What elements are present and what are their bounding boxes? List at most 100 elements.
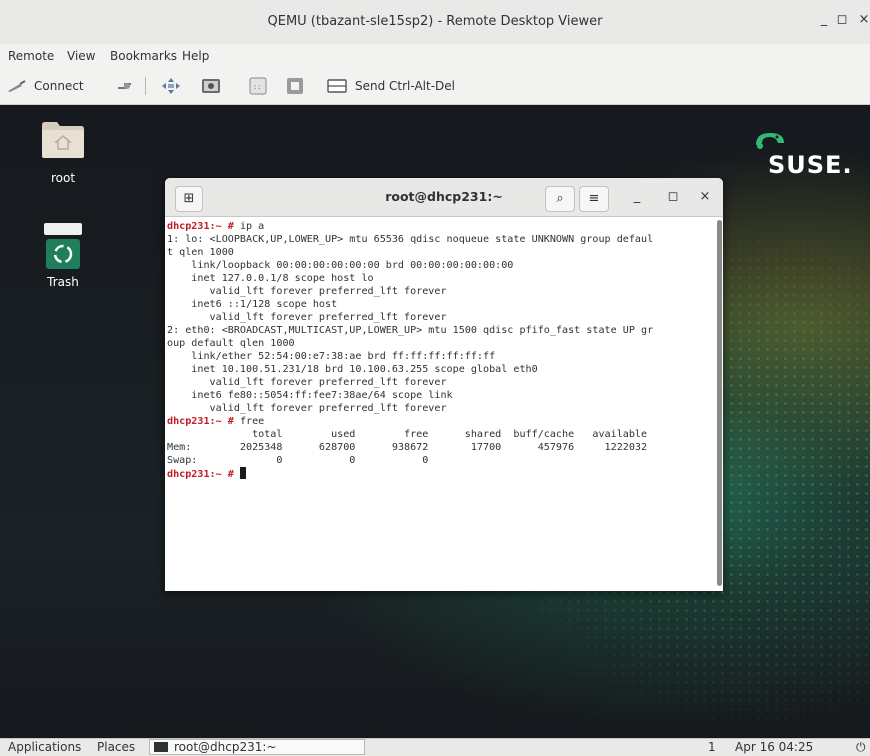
terminal-text: t qlen 1000: [167, 247, 234, 258]
terminal-line: Mem: 2025348 628700 938672 17700 457976 …: [167, 441, 717, 454]
terminal-text: valid_lft forever preferred_lft forever: [167, 377, 447, 388]
terminal-line: inet 127.0.0.1/8 scope host lo: [167, 272, 717, 285]
menu-bar: Remote View Bookmarks Help: [0, 44, 870, 68]
remote-desktop[interactable]: root Trash SUSE. ⊞ root@dhcp231:~ ⌕ ≡ _ …: [0, 105, 870, 738]
trash-icon: [44, 223, 82, 269]
terminal-text: Mem: 2025348 628700 938672 17700 457976 …: [167, 442, 648, 453]
workspace-indicator[interactable]: 1: [708, 740, 716, 754]
disconnect-icon: [118, 83, 131, 89]
shell-prompt: dhcp231:~ #: [167, 469, 240, 480]
fullscreen-icon: [162, 78, 180, 94]
taskbar-window-button[interactable]: root@dhcp231:~: [149, 739, 365, 755]
close-button[interactable]: ×: [856, 12, 870, 27]
suse-logo-text: SUSE.: [768, 151, 853, 179]
connect-icon: [8, 80, 26, 92]
terminal-line: 1: lo: <LOOPBACK,UP,LOWER_UP> mtu 65536 …: [167, 233, 717, 246]
toolbar: Connect :: Send Ctrl-Alt-Del: [0, 68, 870, 105]
bottom-panel: Applications Places root@dhcp231:~ 1 Apr…: [0, 738, 870, 756]
maximize-button[interactable]: ◻: [834, 12, 850, 27]
terminal-line: dhcp231:~ # free: [167, 415, 717, 428]
screenshot-icon: [202, 79, 220, 93]
terminal-window[interactable]: ⊞ root@dhcp231:~ ⌕ ≡ _ ◻ × dhcp231:~ # i…: [165, 178, 723, 591]
terminal-line: link/ether 52:54:00:e7:38:ae brd ff:ff:f…: [167, 350, 717, 363]
terminal-icon: [154, 742, 168, 752]
minimize-button[interactable]: _: [816, 12, 832, 27]
terminal-header: ⊞ root@dhcp231:~ ⌕ ≡ _ ◻ ×: [165, 178, 723, 217]
terminal-text: ip a: [239, 221, 265, 232]
scaling-button[interactable]: ::: [249, 68, 267, 104]
shell-prompt: dhcp231:~ #: [167, 221, 240, 232]
terminal-text: free: [239, 416, 265, 427]
menu-view[interactable]: View: [67, 49, 95, 63]
terminal-output[interactable]: dhcp231:~ # ip a 1: lo: <LOOPBACK,UP,LOWE…: [165, 217, 717, 591]
menu-help[interactable]: Help: [182, 49, 209, 63]
menu-button[interactable]: ≡: [579, 186, 609, 212]
terminal-text: link/ether 52:54:00:e7:38:ae brd ff:ff:f…: [167, 351, 496, 362]
applications-menu[interactable]: Applications: [8, 740, 81, 754]
terminal-line: link/loopback 00:00:00:00:00:00 brd 00:0…: [167, 259, 717, 272]
menu-bookmarks[interactable]: Bookmarks: [110, 49, 177, 63]
terminal-minimize-button[interactable]: _: [629, 189, 645, 204]
terminal-line: dhcp231:~ #: [167, 467, 717, 480]
terminal-line: oup default qlen 1000: [167, 337, 717, 350]
terminal-line: Swap: 0 0 0: [167, 454, 717, 467]
clock[interactable]: Apr 16 04:25: [735, 740, 813, 754]
terminal-line: total used free shared buff/cache availa…: [167, 428, 717, 441]
chameleon-icon: [756, 133, 784, 149]
fullscreen-button[interactable]: [161, 68, 181, 104]
terminal-line: valid_lft forever preferred_lft forever: [167, 285, 717, 298]
home-folder-icon: [42, 122, 84, 158]
send-ctrl-alt-del-label: Send Ctrl-Alt-Del: [355, 79, 455, 93]
desktop-icon-trash[interactable]: Trash: [28, 222, 98, 289]
terminal-line: valid_lft forever preferred_lft forever: [167, 402, 717, 415]
terminal-text: inet6 ::1/128 scope host: [167, 299, 338, 310]
terminal-text: Swap: 0 0 0: [167, 455, 429, 466]
screenshot-button[interactable]: [201, 68, 221, 104]
desktop-icon-root[interactable]: root: [28, 119, 98, 185]
terminal-maximize-button[interactable]: ◻: [665, 189, 681, 204]
window-title: QEMU (tbazant-sle15sp2) - Remote Desktop…: [267, 14, 603, 29]
terminal-line: valid_lft forever preferred_lft forever: [167, 376, 717, 389]
terminal-text: link/loopback 00:00:00:00:00:00 brd 00:0…: [167, 260, 514, 271]
taskbar-window-label: root@dhcp231:~: [174, 740, 277, 754]
terminal-text: 1: lo: <LOOPBACK,UP,LOWER_UP> mtu 65536 …: [167, 234, 654, 245]
terminal-line: inet 10.100.51.231/18 brd 10.100.63.255 …: [167, 363, 717, 376]
keyboard-icon: [327, 79, 347, 93]
terminal-scrollbar[interactable]: [717, 220, 722, 586]
send-ctrl-alt-del-button[interactable]: Send Ctrl-Alt-Del: [327, 68, 455, 104]
menu-remote[interactable]: Remote: [8, 49, 54, 63]
terminal-line: valid_lft forever preferred_lft forever: [167, 311, 717, 324]
terminal-text: valid_lft forever preferred_lft forever: [167, 312, 447, 323]
text-cursor: [239, 467, 246, 479]
terminal-line: t qlen 1000: [167, 246, 717, 259]
terminal-line: dhcp231:~ # ip a: [167, 220, 717, 233]
terminal-text: total used free shared buff/cache availa…: [167, 429, 648, 440]
terminal-text: inet6 fe80::5054:ff:fee7:38ae/64 scope l…: [167, 390, 453, 401]
terminal-text: valid_lft forever preferred_lft forever: [167, 403, 447, 414]
terminal-line: 2: eth0: <BROADCAST,MULTICAST,UP,LOWER_U…: [167, 324, 717, 337]
search-button[interactable]: ⌕: [545, 186, 575, 212]
terminal-text: oup default qlen 1000: [167, 338, 295, 349]
connect-label: Connect: [34, 79, 84, 93]
desktop-icon-label: Trash: [47, 275, 79, 289]
terminal-line: inet6 fe80::5054:ff:fee7:38ae/64 scope l…: [167, 389, 717, 402]
shell-prompt: dhcp231:~ #: [167, 416, 240, 427]
terminal-line: inet6 ::1/128 scope host: [167, 298, 717, 311]
scaling-icon: ::: [249, 77, 267, 95]
svg-text:::: ::: [253, 83, 261, 91]
viewer-title-bar: QEMU (tbazant-sle15sp2) - Remote Desktop…: [0, 0, 870, 45]
disconnect-button[interactable]: [116, 68, 138, 104]
toolbar-separator: [145, 77, 146, 95]
view-only-icon: [287, 78, 303, 94]
terminal-close-button[interactable]: ×: [697, 189, 713, 204]
suse-logo: SUSE.: [750, 133, 853, 179]
terminal-text: 2: eth0: <BROADCAST,MULTICAST,UP,LOWER_U…: [167, 325, 654, 336]
view-only-button[interactable]: [286, 68, 304, 104]
desktop-icon-label: root: [50, 171, 76, 185]
terminal-text: inet 127.0.0.1/8 scope host lo: [167, 273, 374, 284]
connect-button[interactable]: Connect: [6, 68, 84, 104]
terminal-text: valid_lft forever preferred_lft forever: [167, 286, 447, 297]
places-menu[interactable]: Places: [97, 740, 135, 754]
power-icon[interactable]: ⏻: [856, 740, 866, 755]
terminal-text: inet 10.100.51.231/18 brd 10.100.63.255 …: [167, 364, 538, 375]
